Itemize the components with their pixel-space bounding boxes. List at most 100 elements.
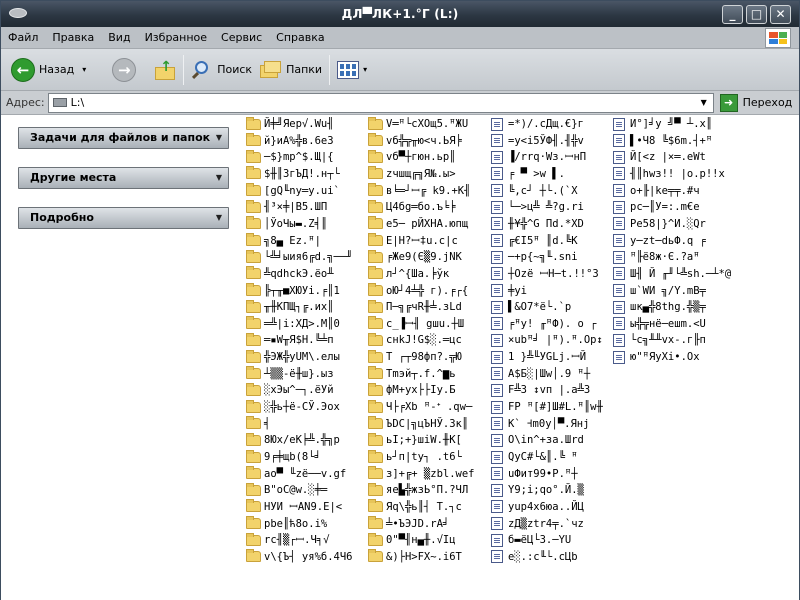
file-item[interactable]: ┼Оzё ꟷН─t.!!°3 bbox=[491, 266, 599, 282]
go-button[interactable]: ➜ Переход bbox=[719, 93, 792, 112]
close-button[interactable]: ✕ bbox=[770, 5, 791, 24]
folder-item[interactable]: └╩╛ыия6╔d.╗──╜ bbox=[246, 249, 353, 265]
folder-item[interactable]: $╫║ЗгЪД!.н┬└ bbox=[246, 166, 340, 182]
menu-favorites[interactable]: Избранное bbox=[138, 27, 214, 49]
forward-button[interactable]: → bbox=[108, 53, 140, 87]
folder-item[interactable]: л┘^{Шa.╞ўк bbox=[368, 266, 449, 282]
folder-item[interactable]: ═╩|і:ХД>.М║0 bbox=[246, 316, 340, 332]
file-item[interactable]: ▌•Ч8 ╚$6m.┤+ꟸ bbox=[613, 133, 712, 149]
file-item[interactable]: е░.:с╙└.сЦb bbox=[491, 549, 578, 565]
file-item[interactable]: ▐/rrq·Wз.ꟷнП bbox=[491, 149, 586, 165]
file-item[interactable]: б▬ёЦ└З.─YU bbox=[491, 532, 571, 548]
file-item[interactable]: ╚,с┘ ┼└.(`Х bbox=[491, 183, 578, 199]
folder-item[interactable]: снkJ!G$░.═цс bbox=[368, 332, 462, 348]
folder-item[interactable]: vб▀┼гюн.ьр║ bbox=[368, 149, 456, 165]
folder-item[interactable]: pbe║ћ8о.і% bbox=[246, 516, 327, 532]
menu-tools[interactable]: Сервис bbox=[214, 27, 269, 49]
folder-item[interactable]: Ц4бg═бо.ъ╘╞ bbox=[368, 199, 456, 215]
file-item[interactable]: ▌&O7*ё└.`р bbox=[491, 299, 571, 315]
menu-edit[interactable]: Правка bbox=[45, 27, 101, 49]
folder-item[interactable]: ьI;+}шіW.╫К[ bbox=[368, 432, 462, 448]
folder-item[interactable]: ╗8▄ Ez.ꟸ| bbox=[246, 233, 321, 249]
folder-item[interactable]: ╠┬╥■ХЮУі.╒║1 bbox=[246, 283, 340, 299]
file-item[interactable]: Y9;і;qo°.Й.▒ bbox=[491, 482, 584, 498]
folder-item[interactable]: й}иА%╬в.6е3 bbox=[246, 133, 334, 149]
file-item[interactable]: ы╬╦нё─ешm.<U bbox=[613, 316, 706, 332]
folder-item[interactable]: яе▙╬жзЬ°П.?ЧЛ bbox=[368, 482, 468, 498]
file-item[interactable]: О\іn^+за.Шrd bbox=[491, 432, 584, 448]
file-item[interactable]: А$Б░|Шw│.9 ꟸ┼ bbox=[491, 366, 590, 382]
folder-item[interactable]: ╡ bbox=[246, 416, 270, 432]
folder-item[interactable]: Е|Н?ꟷ‡u.с|с bbox=[368, 233, 458, 249]
folder-item[interactable]: ─$}mp^$.Щ|{ bbox=[246, 149, 334, 165]
file-item[interactable]: ╫¥╬^G Пd.*XD bbox=[491, 216, 584, 232]
folder-item[interactable]: ╩qdhckЭ.ёо╨ bbox=[246, 266, 334, 282]
folder-item[interactable]: оЮ┘4╧╬ г).╒┌{ bbox=[368, 283, 468, 299]
folder-item[interactable]: ╒Же9(Є▒9.jNK bbox=[368, 249, 462, 265]
folder-item[interactable]: з]+╔+ ▒zbl.wef bbox=[368, 466, 475, 482]
folder-item[interactable]: rc╢▒┌ꟷ.Ч╕√ bbox=[246, 532, 329, 548]
file-item[interactable]: о+╟|ke╤╤.#ч bbox=[613, 183, 700, 199]
folder-item[interactable]: &)├Н>FХ~.і6Т bbox=[368, 549, 462, 565]
file-item[interactable]: ─+р{~╗╙.snі bbox=[491, 249, 578, 265]
folder-item[interactable]: Ч├╒Xb ꟸ-ᐩ .qw─ bbox=[368, 399, 472, 415]
folder-item[interactable]: ╬ЭЖ╬уUM\.елы bbox=[246, 349, 340, 365]
folder-item[interactable]: Яq\╬ь║┤ T.┐с bbox=[368, 499, 462, 515]
folder-item[interactable]: с_▐ꟷ╢ gшu.┼Ш bbox=[368, 316, 464, 332]
folder-item[interactable]: ┴▒▒-ё╫ш}.ыз bbox=[246, 366, 334, 382]
folder-item[interactable]: П─╗╔чR╫╧.зLd bbox=[368, 299, 462, 315]
folder-item[interactable]: ╧•ЪЭJD.rА╛ bbox=[368, 516, 449, 532]
file-item[interactable]: pc─║У=:.m€е bbox=[613, 199, 700, 215]
file-item[interactable]: Ш╢ Й ╓╜└╩sh.─┴*@ bbox=[613, 266, 731, 282]
file-item[interactable]: К` Ꟶm0у│▀.Янj bbox=[491, 416, 589, 432]
up-button[interactable]: ↑ bbox=[150, 53, 180, 87]
folder-item[interactable]: ╢³×╪|В5.ШП bbox=[246, 199, 327, 215]
folder-item[interactable]: ░хЭы^─┐.ёУй bbox=[246, 382, 334, 398]
folder-item[interactable]: НУИ ꟷАN9.Е|< bbox=[246, 499, 342, 515]
chevron-down-icon[interactable]: ▼ bbox=[696, 95, 712, 111]
views-button[interactable]: ▾ bbox=[333, 53, 371, 87]
folder-item[interactable]: [gQ╙ny═у.ui` bbox=[246, 183, 340, 199]
folder-item[interactable]: 0"▀╢н▄╫.√Іц bbox=[368, 532, 456, 548]
file-item[interactable]: QyC#└&║.╚ ꟸ bbox=[491, 449, 578, 465]
file-item[interactable]: ╒ꟸу! ╓ꟸФ). о ┌ bbox=[491, 316, 597, 332]
file-item[interactable]: Pe58|}^И.░Qr bbox=[613, 216, 706, 232]
details-header[interactable]: Подробно ▼ bbox=[18, 207, 229, 229]
search-button[interactable]: Поиск bbox=[187, 53, 256, 87]
file-item[interactable]: 1 }╩╙УGLj.ꟷЙ bbox=[491, 349, 586, 365]
folder-item[interactable]: v\{Ъ┤ уя%б.4Ч6 bbox=[246, 549, 353, 565]
folder-item[interactable]: V═ꟸ└сХОщ5.ꟸЖU bbox=[368, 116, 468, 132]
file-item[interactable]: yup4х6юа..ЙЦ bbox=[491, 499, 584, 515]
file-item[interactable]: шк▄╬8thg.╬▒╤ bbox=[613, 299, 706, 315]
folder-item[interactable]: ЪDC|╗цЪНЎ.Зк║ bbox=[368, 416, 468, 432]
file-item[interactable]: И°]╛у ╝▀ ┴.х║ bbox=[613, 116, 712, 132]
folder-item[interactable]: ╥╫КПЩ┐╔.их║ bbox=[246, 299, 334, 315]
folder-item[interactable]: 9╒╪щb(8└╛ bbox=[246, 449, 321, 465]
file-item[interactable]: =у<і5ЎФ╢.╢╬v bbox=[491, 133, 584, 149]
file-item[interactable]: у─zt─dьФ.q ╒ bbox=[613, 233, 706, 249]
file-item[interactable]: ╪уі bbox=[491, 283, 527, 299]
file-item[interactable]: =*)/.сДщ.€}г bbox=[491, 116, 584, 132]
file-item[interactable]: FP ꟸ[#]Ш#L.ꟸ║w╫ bbox=[491, 399, 603, 415]
folders-button[interactable]: Папки bbox=[256, 53, 326, 87]
folder-item[interactable]: │ЎоЧы▬.Z╡║ bbox=[246, 216, 327, 232]
file-item[interactable]: └с╗╨╨vх-.г╟п bbox=[613, 332, 706, 348]
menu-help[interactable]: Справка bbox=[269, 27, 331, 49]
file-item[interactable]: zД▒ztr4╤.`чz bbox=[491, 516, 584, 532]
back-button[interactable]: ← Назад ▾ bbox=[7, 53, 90, 87]
file-item[interactable]: uФит99•Р.ꟸ┼ bbox=[491, 466, 578, 482]
folder-item[interactable]: Й╪╝Яер√.Wu╢ bbox=[246, 116, 334, 132]
folder-item[interactable]: vб╬╦╥ю<ч.ЬЯ╞ bbox=[368, 133, 462, 149]
folder-item[interactable]: В"оС@w.░╪═ bbox=[246, 482, 327, 498]
menu-view[interactable]: Вид bbox=[101, 27, 137, 49]
folder-item[interactable]: ░╬ь┼ё-СЎ.Эох bbox=[246, 399, 340, 415]
file-item[interactable]: ×ubꟸ╛ |ꟸ).ꟸ.Ор↕ bbox=[491, 332, 603, 348]
file-item[interactable]: ╔€I5ꟸ ║d.╚К bbox=[491, 233, 578, 249]
file-item[interactable]: Й[<z |×═.еWt bbox=[613, 149, 706, 165]
menu-file[interactable]: Файл bbox=[1, 27, 45, 49]
folder-item[interactable]: ь┘п|ty┐ .t6└ bbox=[368, 449, 462, 465]
tasks-panel-header[interactable]: Задачи для файлов и папок ▼ bbox=[18, 127, 229, 149]
folder-item[interactable]: фМ+ух├├Іу.Б bbox=[368, 382, 456, 398]
address-input[interactable]: L:\ ▼ bbox=[47, 92, 714, 113]
file-item[interactable]: ш`WИ ╗/Y.mB╤ bbox=[613, 283, 706, 299]
